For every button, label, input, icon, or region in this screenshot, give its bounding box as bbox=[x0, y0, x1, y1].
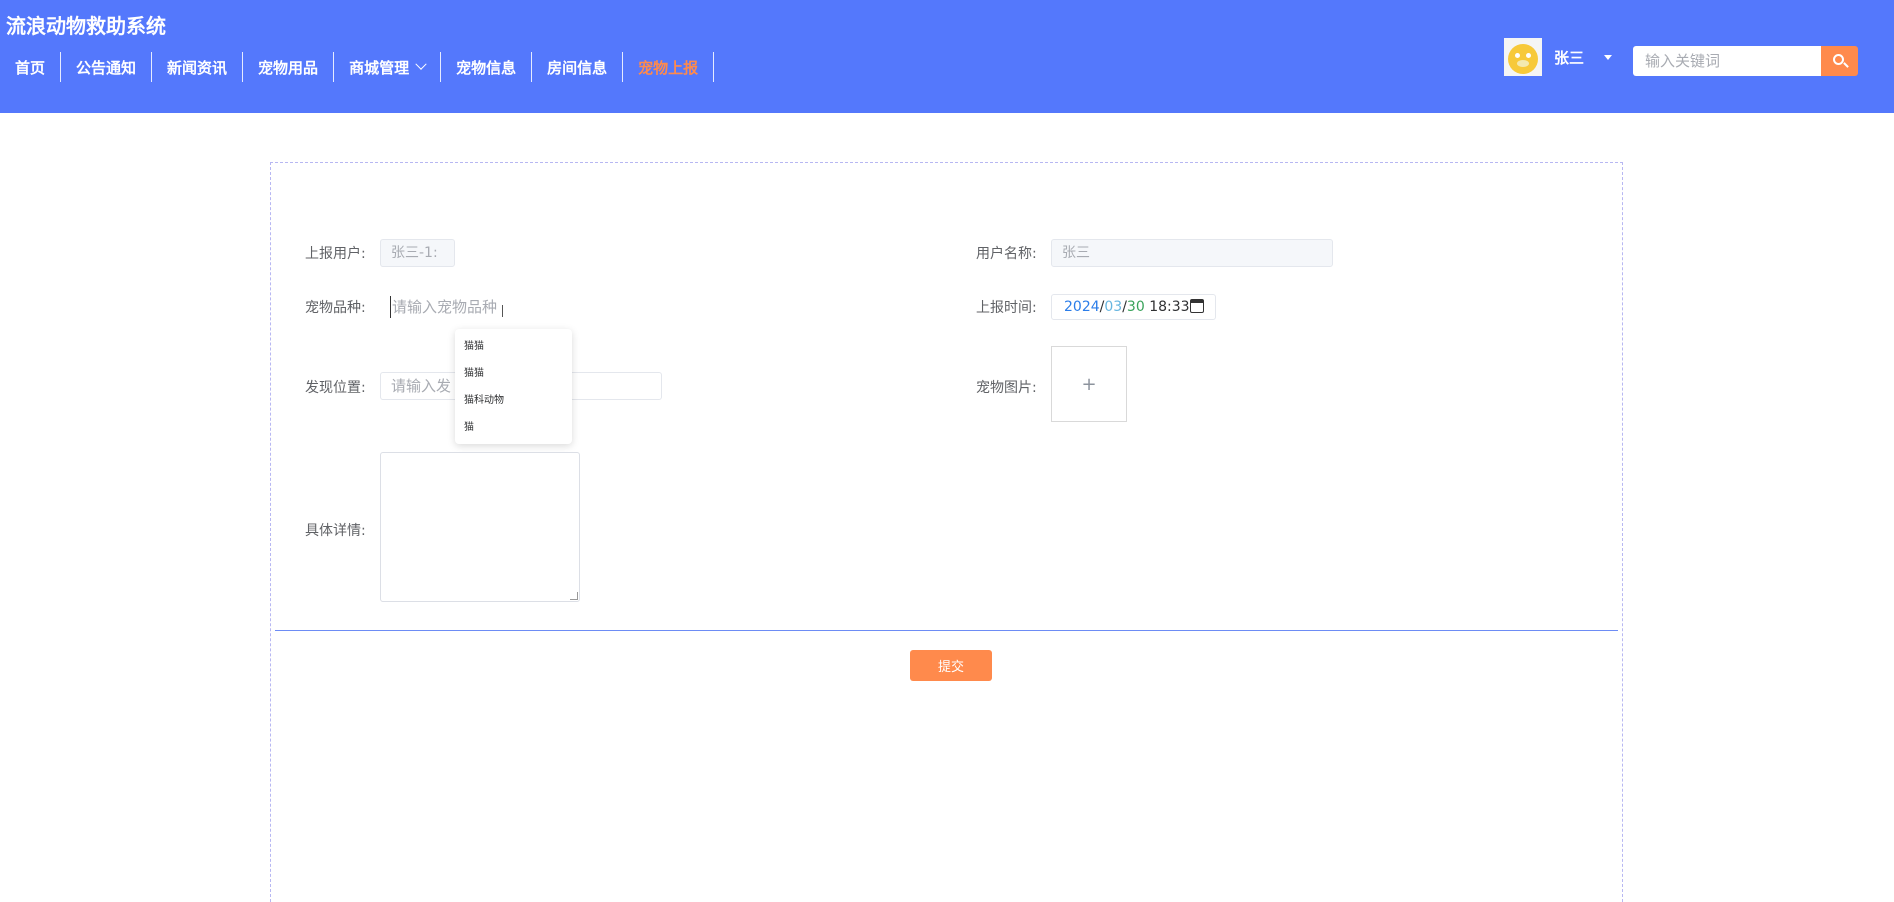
time-day: 30 bbox=[1126, 299, 1145, 315]
username-label: 用户名称: bbox=[976, 246, 1037, 262]
image-upload[interactable]: + bbox=[1051, 346, 1127, 422]
nav-room-info[interactable]: 房间信息 bbox=[532, 52, 624, 82]
detail-textarea[interactable] bbox=[380, 452, 580, 602]
suggestion-item[interactable]: 猫猫 bbox=[455, 360, 572, 387]
search-icon-handle bbox=[1843, 62, 1849, 68]
nav-pet-info-label: 宠物信息 bbox=[456, 58, 517, 77]
duck-icon bbox=[1508, 44, 1538, 74]
nav-news[interactable]: 新闻资讯 bbox=[152, 52, 244, 82]
caret-down-icon[interactable] bbox=[1604, 54, 1613, 60]
nav-news-label: 新闻资讯 bbox=[167, 58, 228, 77]
form-divider bbox=[275, 630, 1618, 631]
species-label: 宠物品种: bbox=[305, 300, 366, 316]
report-time-input[interactable]: 2024/03/30 18:33 bbox=[1051, 294, 1216, 320]
nav-pet-report-label: 宠物上报 bbox=[638, 58, 699, 77]
image-label: 宠物图片: bbox=[976, 380, 1037, 396]
nav-home-label: 首页 bbox=[15, 58, 46, 77]
plus-icon: + bbox=[1081, 373, 1097, 395]
header-bar: 流浪动物救助系统 首页 公告通知 新闻资讯 宠物用品 商城管理 宠物信息 房间信… bbox=[0, 0, 1894, 113]
detail-label: 具体详情: bbox=[305, 523, 366, 539]
nav-pet-report[interactable]: 宠物上报 bbox=[623, 52, 715, 82]
nav-pet-supplies[interactable]: 宠物用品 bbox=[243, 52, 335, 82]
resize-handle-icon[interactable] bbox=[570, 592, 578, 600]
calendar-icon[interactable] bbox=[1190, 299, 1204, 313]
nav-room-info-label: 房间信息 bbox=[547, 58, 608, 77]
suggestion-item[interactable]: 猫猫 bbox=[455, 333, 572, 360]
suggestion-item[interactable]: 猫科动物 bbox=[455, 387, 572, 414]
time-clock: 18:33 bbox=[1149, 299, 1190, 315]
chevron-down-icon bbox=[415, 58, 427, 70]
nav-mall-management-label: 商城管理 bbox=[349, 58, 410, 77]
main-nav: 首页 公告通知 新闻资讯 宠物用品 商城管理 宠物信息 房间信息 宠物上报 bbox=[0, 52, 715, 82]
time-month: 03 bbox=[1104, 299, 1123, 315]
avatar[interactable] bbox=[1504, 38, 1542, 76]
reporter-field: 张三-1: bbox=[380, 239, 455, 267]
username-field: 张三 bbox=[1051, 239, 1333, 267]
user-name[interactable]: 张三 bbox=[1554, 47, 1584, 68]
time-year: 2024 bbox=[1064, 299, 1100, 315]
reporter-label: 上报用户: bbox=[305, 246, 366, 262]
text-cursor-icon bbox=[502, 305, 504, 317]
submit-button[interactable]: 提交 bbox=[910, 650, 992, 681]
nav-home[interactable]: 首页 bbox=[0, 52, 62, 82]
nav-announcements-label: 公告通知 bbox=[76, 58, 137, 77]
nav-announcements[interactable]: 公告通知 bbox=[61, 52, 153, 82]
search-button[interactable] bbox=[1821, 46, 1858, 76]
nav-pet-supplies-label: 宠物用品 bbox=[258, 58, 319, 77]
search-input[interactable] bbox=[1633, 46, 1821, 76]
species-suggestions: 猫猫 猫猫 猫科动物 猫 bbox=[455, 329, 572, 444]
search-box bbox=[1633, 46, 1858, 76]
species-input[interactable]: 请输入宠物品种 bbox=[390, 296, 530, 318]
user-menu[interactable]: 张三 bbox=[1504, 38, 1613, 76]
nav-pet-info[interactable]: 宠物信息 bbox=[441, 52, 533, 82]
suggestion-item[interactable]: 猫 bbox=[455, 414, 572, 441]
location-label: 发现位置: bbox=[305, 380, 366, 396]
time-label: 上报时间: bbox=[976, 300, 1037, 316]
duck-beak bbox=[1517, 60, 1529, 67]
nav-mall-management[interactable]: 商城管理 bbox=[334, 52, 442, 82]
site-title: 流浪动物救助系统 bbox=[6, 14, 166, 38]
